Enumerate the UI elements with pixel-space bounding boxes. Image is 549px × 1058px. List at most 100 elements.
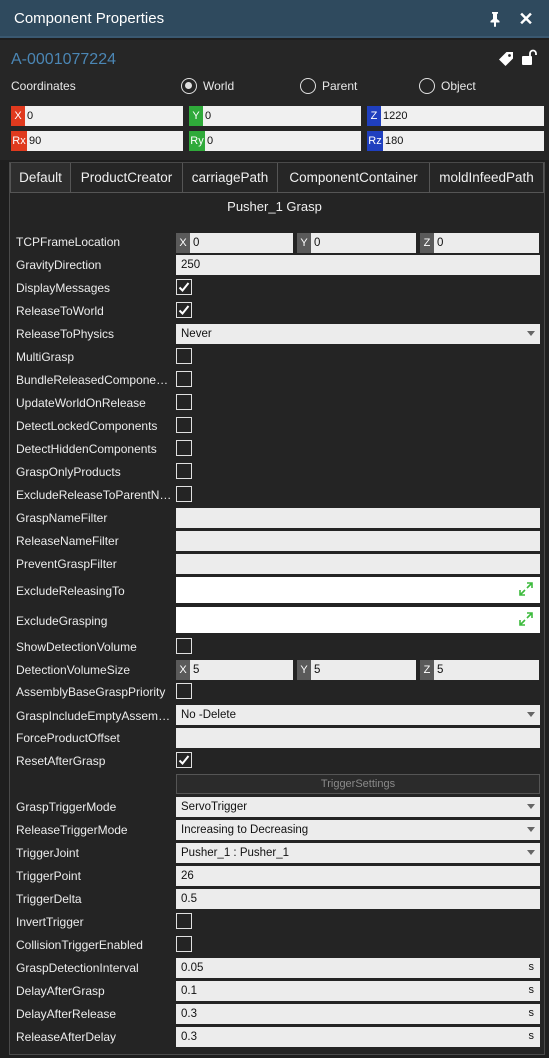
prop-label: DetectionVolumeSize xyxy=(16,663,131,677)
tcp-x-value[interactable]: 0 xyxy=(193,237,199,249)
prop-label: ResetAfterGrasp xyxy=(16,754,106,768)
tcp-x-field[interactable]: X 0 xyxy=(176,233,293,253)
bundle-released-checkbox[interactable] xyxy=(176,371,192,387)
rotation-z-value[interactable]: 180 xyxy=(383,135,403,147)
position-y-value[interactable]: 0 xyxy=(203,110,211,122)
release-to-physics-dropdown[interactable]: Never xyxy=(176,324,540,344)
release-trigger-mode-dropdown[interactable]: Increasing to Decreasing xyxy=(176,820,540,840)
prop-label: ShowDetectionVolume xyxy=(16,640,137,654)
assembly-base-priority-checkbox[interactable] xyxy=(176,683,192,699)
unit-label: s xyxy=(528,1007,535,1019)
rotation-z-field[interactable]: Rz 180 xyxy=(367,131,544,151)
prop-label: BundleReleasedComponents xyxy=(16,373,172,387)
radio-object[interactable]: Object xyxy=(419,77,476,95)
dropdown-value: Increasing to Decreasing xyxy=(181,824,309,836)
tag-icon[interactable] xyxy=(498,51,514,67)
delay-after-release-input[interactable]: 0.3 s xyxy=(176,1004,540,1024)
delay-after-grasp-input[interactable]: 0.1 s xyxy=(176,981,540,1001)
grasp-only-products-checkbox[interactable] xyxy=(176,463,192,479)
radio-world[interactable]: World xyxy=(181,77,234,95)
radio-label: Object xyxy=(441,79,476,93)
tab-componentcontainer[interactable]: ComponentContainer xyxy=(277,163,430,193)
unlock-icon[interactable] xyxy=(521,49,537,67)
pin-icon[interactable] xyxy=(488,11,502,27)
radio-parent[interactable]: Parent xyxy=(300,77,357,95)
volume-z-value[interactable]: 5 xyxy=(437,664,443,676)
grasp-trigger-mode-dropdown[interactable]: ServoTrigger xyxy=(176,797,540,817)
position-x-value[interactable]: 0 xyxy=(25,110,33,122)
expand-icon[interactable] xyxy=(519,612,533,626)
grasp-name-filter-input[interactable] xyxy=(176,508,540,528)
component-name[interactable]: A-0001077224 xyxy=(11,51,116,69)
volume-y-field[interactable]: Y 5 xyxy=(297,660,416,680)
gravity-direction-input[interactable]: 250 xyxy=(176,255,540,275)
display-messages-checkbox[interactable] xyxy=(176,279,192,295)
position-z-field[interactable]: Z 1220 xyxy=(367,106,544,126)
rotation-y-field[interactable]: Ry 0 xyxy=(189,131,361,151)
input-value: 0.3 xyxy=(181,1008,197,1020)
detect-hidden-checkbox[interactable] xyxy=(176,440,192,456)
volume-x-field[interactable]: X 5 xyxy=(176,660,293,680)
prop-label: ExcludeReleasingTo xyxy=(16,584,125,598)
prop-label: TriggerDelta xyxy=(16,892,82,906)
tab-moldinfeedpath[interactable]: moldInfeedPath xyxy=(429,163,544,193)
volume-x-value[interactable]: 5 xyxy=(193,664,199,676)
volume-y-value[interactable]: 5 xyxy=(314,664,320,676)
reset-after-grasp-checkbox[interactable] xyxy=(176,752,192,768)
grasp-detection-interval-input[interactable]: 0.05 s xyxy=(176,958,540,978)
multi-grasp-checkbox[interactable] xyxy=(176,348,192,364)
prop-label: GraspOnlyProducts xyxy=(16,465,121,479)
expand-icon[interactable] xyxy=(519,582,533,596)
prevent-grasp-filter-input[interactable] xyxy=(176,554,540,574)
check-icon xyxy=(178,282,190,292)
radio-indicator[interactable] xyxy=(181,78,197,94)
rotation-x-field[interactable]: Rx 90 xyxy=(11,131,183,151)
prop-label: DelayAfterGrasp xyxy=(16,984,105,998)
tcp-z-field[interactable]: Z 0 xyxy=(420,233,539,253)
check-icon xyxy=(178,305,190,315)
update-world-checkbox[interactable] xyxy=(176,394,192,410)
detect-locked-checkbox[interactable] xyxy=(176,417,192,433)
show-detection-volume-checkbox[interactable] xyxy=(176,638,192,654)
trigger-delta-input[interactable]: 0.5 xyxy=(176,889,540,909)
rotation-x-value[interactable]: 90 xyxy=(27,135,41,147)
exclude-release-parent-checkbox[interactable] xyxy=(176,486,192,502)
tab-default[interactable]: Default xyxy=(10,163,71,193)
position-x-field[interactable]: X 0 xyxy=(11,106,183,126)
rotation-y-value[interactable]: 0 xyxy=(205,135,213,147)
prop-label: GraspDetectionInterval xyxy=(16,961,139,975)
tcp-y-field[interactable]: Y 0 xyxy=(297,233,416,253)
unit-label: s xyxy=(528,984,535,996)
z-badge: Z xyxy=(420,660,434,680)
prop-label: MultiGrasp xyxy=(16,350,75,364)
rx-badge: Rx xyxy=(11,131,27,151)
check-icon xyxy=(178,755,190,765)
collision-trigger-checkbox[interactable] xyxy=(176,936,192,952)
position-z-value[interactable]: 1220 xyxy=(381,110,407,122)
trigger-joint-dropdown[interactable]: Pusher_1 : Pusher_1 xyxy=(176,843,540,863)
prop-label: InvertTrigger xyxy=(16,915,84,929)
release-name-filter-input[interactable] xyxy=(176,531,540,551)
prop-label: GraspIncludeEmptyAssembl... xyxy=(16,709,172,723)
tab-productcreator[interactable]: ProductCreator xyxy=(70,163,183,193)
trigger-settings-button[interactable]: TriggerSettings xyxy=(176,774,540,794)
release-after-delay-input[interactable]: 0.3 s xyxy=(176,1027,540,1047)
exclude-releasing-to-input[interactable] xyxy=(176,577,540,603)
tab-carriagepath[interactable]: carriagePath xyxy=(182,163,278,193)
tcp-y-value[interactable]: 0 xyxy=(314,237,320,249)
radio-indicator[interactable] xyxy=(419,78,435,94)
exclude-grasping-input[interactable] xyxy=(176,607,540,633)
radio-indicator[interactable] xyxy=(300,78,316,94)
invert-trigger-checkbox[interactable] xyxy=(176,913,192,929)
dropdown-value: No -Delete xyxy=(181,709,236,721)
grasp-include-empty-dropdown[interactable]: No -Delete xyxy=(176,705,540,725)
tab-bar: Default ProductCreator carriagePath Comp… xyxy=(10,163,544,193)
force-product-offset-input[interactable] xyxy=(176,728,540,748)
release-to-world-checkbox[interactable] xyxy=(176,302,192,318)
position-y-field[interactable]: Y 0 xyxy=(189,106,361,126)
trigger-point-input[interactable]: 26 xyxy=(176,866,540,886)
volume-z-field[interactable]: Z 5 xyxy=(420,660,539,680)
tcp-z-value[interactable]: 0 xyxy=(437,237,443,249)
input-value: 26 xyxy=(181,870,194,882)
close-icon[interactable]: ✕ xyxy=(518,9,534,29)
